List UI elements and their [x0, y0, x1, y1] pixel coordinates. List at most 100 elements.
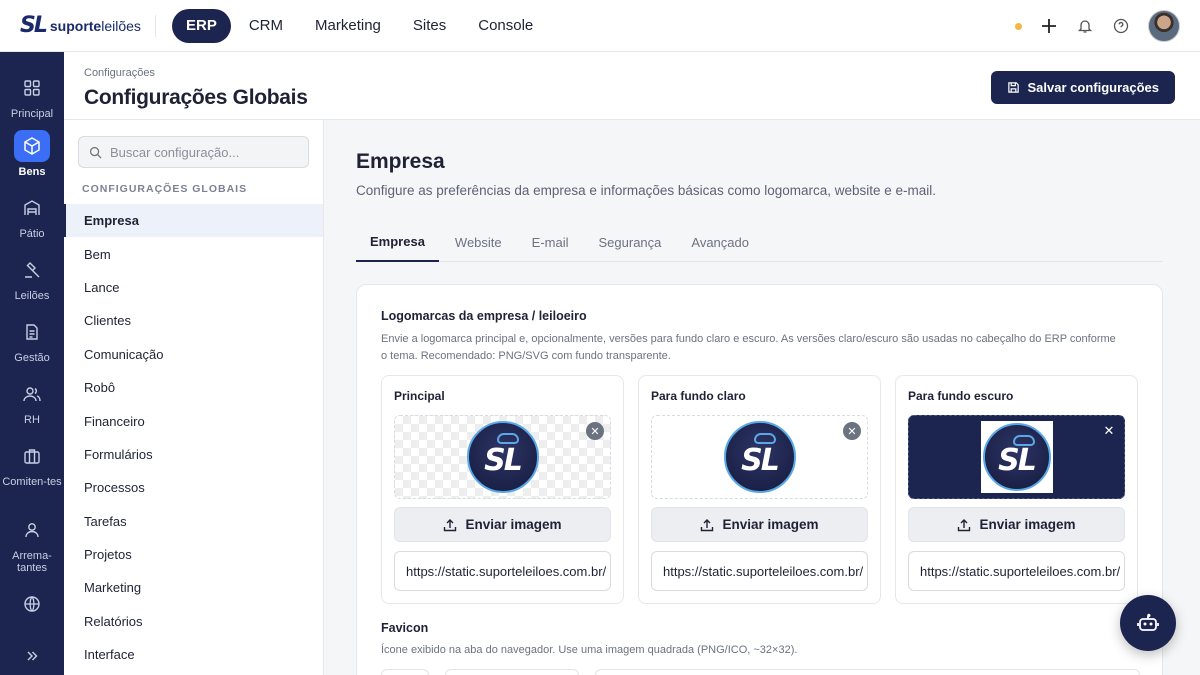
section-description: Configure as preferências da empresa e i… — [356, 183, 937, 198]
logos-card: Logomarcas da empresa / leiloeiro Envie … — [356, 284, 1163, 675]
tab-bar: Empresa Website E-mail Segurança Avançad… — [356, 222, 1163, 262]
logo-url-field[interactable]: https://static.suporteleiloes.com.br/ — [908, 551, 1125, 591]
sl-logo-image: SL — [982, 423, 1051, 491]
rail-item-patio[interactable]: Pátio — [0, 192, 64, 240]
user-avatar[interactable] — [1148, 10, 1180, 42]
plus-icon[interactable] — [1040, 17, 1058, 35]
menu-item-financeiro[interactable]: Financeiro — [64, 404, 323, 437]
robot-icon — [1137, 613, 1159, 631]
logo-card-title: Para fundo escuro — [908, 389, 1014, 403]
logo-card-title: Para fundo claro — [651, 389, 746, 403]
box-icon — [14, 130, 50, 162]
menu-item-processos[interactable]: Processos — [64, 471, 323, 504]
rail-item-leiloes[interactable]: Leilões — [0, 254, 64, 302]
menu-item-clientes[interactable]: Clientes — [64, 304, 323, 337]
logos-title: Logomarcas da empresa / leiloeiro — [381, 309, 587, 323]
section-label: CONFIGURAÇÕES GLOBAIS — [82, 183, 248, 195]
page-title: Configurações Globais — [84, 86, 308, 109]
breadcrumb[interactable]: Configurações — [84, 67, 155, 79]
tab-seguranca[interactable]: Segurança — [585, 222, 676, 262]
rail-label: Leilões — [14, 290, 50, 302]
search-input[interactable] — [110, 144, 300, 160]
upload-button[interactable]: Enviar imagem — [908, 507, 1125, 542]
favicon-title: Favicon — [381, 621, 429, 635]
app-rail: Principal Bens Pátio Leilões Gestão RH C… — [0, 52, 64, 675]
menu-item-tarefas[interactable]: Tarefas — [64, 505, 323, 538]
rail-item-sites[interactable] — [0, 588, 64, 624]
settings-menu: Empresa Bem Lance Clientes Comunicação R… — [64, 204, 323, 671]
status-dot — [1015, 22, 1022, 30]
upload-button[interactable]: Enviar imagem — [651, 507, 868, 542]
top-actions — [1015, 10, 1180, 42]
main-nav: ERP CRM Marketing Sites Console — [172, 8, 547, 43]
logo-preview: SL ✕ — [651, 415, 868, 499]
logo-card-principal: Principal SL ✕ Enviar imagem https://sta… — [381, 375, 624, 604]
rail-label: Principal — [10, 108, 54, 120]
tab-empresa[interactable]: Empresa — [356, 222, 439, 262]
menu-item-bem[interactable]: Bem — [64, 237, 323, 270]
divider — [155, 14, 156, 37]
rail-item-arrematantes[interactable]: Arrema-tantes — [0, 514, 64, 574]
rail-label: Comiten-tes — [2, 476, 62, 488]
grid-icon — [14, 72, 50, 104]
menu-item-lance[interactable]: Lance — [64, 271, 323, 304]
assistant-button[interactable] — [1120, 595, 1176, 651]
logo-preview: SL ✕ — [908, 415, 1125, 499]
logo-card-dark: Para fundo escuro SL ✕ Enviar imagem htt… — [895, 375, 1138, 604]
menu-item-robo[interactable]: Robô — [64, 371, 323, 404]
upload-button[interactable]: Enviar imagem — [394, 507, 611, 542]
help-icon[interactable] — [1112, 17, 1130, 35]
menu-item-empresa[interactable]: Empresa — [64, 204, 323, 238]
nav-console[interactable]: Console — [464, 9, 547, 43]
rail-item-rh[interactable]: RH — [0, 378, 64, 426]
rail-item-gestao[interactable]: Gestão — [0, 316, 64, 364]
tab-email[interactable]: E-mail — [518, 222, 583, 262]
menu-item-marketing[interactable]: Marketing — [64, 571, 323, 604]
sl-logo-image: SL — [723, 421, 796, 493]
menu-item-interface[interactable]: Interface — [64, 638, 323, 671]
menu-item-relatorios[interactable]: Relatórios — [64, 605, 323, 638]
brand-name: suporteleilões — [49, 17, 141, 34]
rail-label: RH — [24, 414, 40, 426]
tab-avancado[interactable]: Avançado — [677, 222, 763, 262]
nav-crm[interactable]: CRM — [235, 9, 297, 43]
upload-icon — [444, 518, 457, 531]
bell-icon[interactable] — [1076, 17, 1094, 35]
favicon-description: Ícone exibido na aba do navegador. Use u… — [381, 644, 798, 656]
rail-expand[interactable] — [0, 640, 64, 675]
menu-item-formularios[interactable]: Formulários — [64, 438, 323, 471]
rail-label: Arrema-tantes — [12, 550, 52, 574]
close-icon[interactable]: ✕ — [1100, 422, 1118, 440]
tab-website[interactable]: Website — [441, 222, 516, 262]
upload-icon — [958, 518, 971, 531]
rail-item-bens[interactable]: Bens — [0, 130, 64, 178]
menu-item-projetos[interactable]: Projetos — [64, 538, 323, 571]
nav-erp[interactable]: ERP — [172, 8, 231, 43]
close-icon[interactable]: ✕ — [843, 422, 861, 440]
favicon-preview — [381, 669, 429, 675]
document-icon — [14, 316, 50, 348]
logo-url-field[interactable]: https://static.suporteleiloes.com.br/ — [394, 551, 611, 591]
save-button[interactable]: Salvar configurações — [990, 71, 1175, 104]
brand-logo[interactable]: SL suporteleilões — [20, 13, 141, 38]
close-icon[interactable]: ✕ — [586, 422, 604, 440]
user-icon — [14, 514, 50, 546]
globe-icon — [14, 588, 50, 620]
upload-button-label: Enviar imagem — [979, 517, 1076, 532]
rail-item-comitentes[interactable]: Comiten-tes — [0, 440, 64, 488]
section-title: Empresa — [356, 150, 445, 173]
nav-sites[interactable]: Sites — [399, 9, 460, 43]
menu-item-comunicacao[interactable]: Comunicação — [64, 338, 323, 371]
nav-marketing[interactable]: Marketing — [301, 9, 395, 43]
rail-label: Pátio — [19, 228, 45, 240]
users-icon — [14, 378, 50, 410]
top-bar: SL suporteleilões ERP CRM Marketing Site… — [0, 0, 1200, 52]
logo-preview: SL ✕ — [394, 415, 611, 499]
favicon-url-field[interactable] — [595, 669, 1140, 675]
gavel-icon — [14, 254, 50, 286]
logo-url-field[interactable]: https://static.suporteleiloes.com.br/ — [651, 551, 868, 591]
favicon-upload-button[interactable] — [445, 669, 579, 675]
logo-frame: SL — [980, 421, 1053, 493]
rail-item-principal[interactable]: Principal — [0, 72, 64, 120]
search-box[interactable] — [78, 136, 309, 168]
